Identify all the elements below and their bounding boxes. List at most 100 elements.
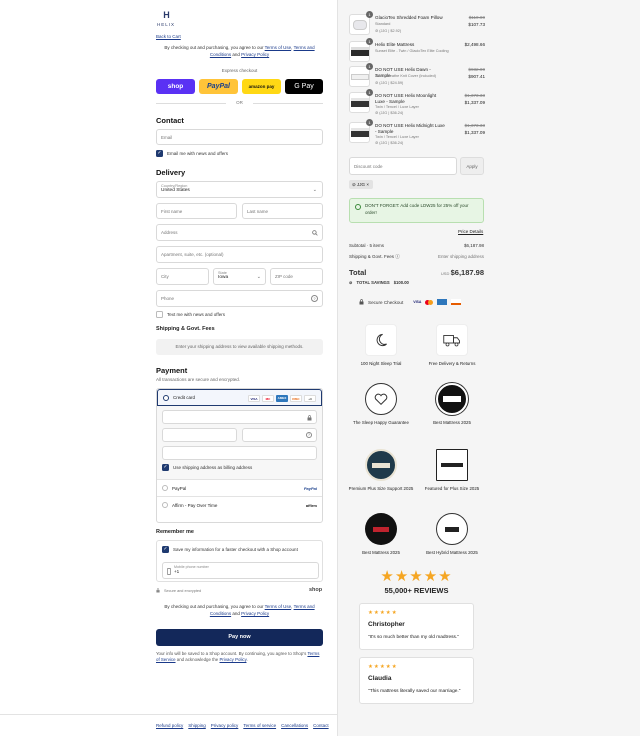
remember-checkbox[interactable]: ✓ [162, 546, 169, 553]
savings-value: $100.00 [393, 280, 409, 285]
total-value: $6,187.98 [450, 268, 484, 277]
zip-field[interactable]: ZIP code [270, 268, 323, 285]
shop-privacy-policy-link[interactable]: Privacy Policy [219, 657, 246, 662]
paypal-button[interactable]: PayPal [199, 79, 238, 94]
contact-link[interactable]: Contact [313, 723, 329, 728]
tag-icon: ⊘ [349, 280, 353, 285]
terms-of-use-link[interactable]: Terms of Use [265, 45, 292, 50]
remember-checkbox-row[interactable]: ✓ Save my information for a faster check… [162, 546, 298, 553]
discover-icon: DISC [290, 395, 302, 402]
name-on-card-field[interactable] [162, 446, 317, 460]
affirm-option[interactable]: Affirm - Pay Over Time affirm [157, 496, 322, 513]
review-text: "It's so much better than my old madtres… [368, 635, 459, 640]
city-field[interactable]: City [156, 268, 209, 285]
paypal-radio[interactable] [162, 485, 168, 491]
award-badge-icon [436, 383, 468, 415]
billing-checkbox[interactable]: ✓ [162, 464, 169, 471]
price-details-link[interactable]: Price Details [458, 229, 483, 234]
billing-checkbox-row[interactable]: ✓ Use shipping address as billing addres… [162, 464, 317, 471]
amex-icon [437, 299, 448, 305]
item-discount-text: (JJG | $36.24) [379, 141, 404, 145]
amazon-pay-button[interactable]: amazon pay [242, 79, 281, 94]
feature-label: Best Mattress 2025 [433, 420, 471, 425]
address-field[interactable]: Address [156, 224, 323, 241]
item-price: $1,373.33 $1,337.09 [465, 123, 485, 136]
feature-forbes: Best Mattress 2025 [346, 513, 416, 556]
phone-field[interactable]: Phone ? [156, 290, 323, 307]
email-news-checkbox-row[interactable]: ✓ Email me with news and offers [156, 150, 228, 157]
email-news-checkbox[interactable]: ✓ [156, 150, 163, 157]
help-icon[interactable]: ? [306, 432, 312, 438]
item-discount: ⊘ (JJG | $24.59) [375, 81, 404, 85]
checkout-terms: By checking out and purchasing, you agre… [156, 45, 323, 58]
terms-text: By checking out and purchasing, you agre… [164, 604, 265, 609]
refund-policy-link[interactable]: Refund policy [156, 723, 183, 728]
cancellations-link[interactable]: Cancellations [281, 723, 308, 728]
heart-badge-icon [365, 383, 397, 415]
shipping-fees-label: Shipping & Govt. Fees ⓘ [349, 254, 400, 260]
review-stars: ★★★★★ [368, 664, 398, 670]
help-icon[interactable]: ? [311, 295, 318, 302]
apply-discount-button[interactable]: Apply [460, 157, 484, 175]
item-discount-text: (JJG | $2.92) [379, 29, 402, 33]
email-field[interactable]: Email [156, 129, 323, 145]
help-icon[interactable]: ⓘ [395, 254, 400, 259]
shop-account-terms: Your info will be saved to a Shop accoun… [156, 651, 323, 664]
quantity-badge: 1 [366, 38, 373, 45]
mastercard-icon [425, 299, 434, 305]
item-discount: ⊘ (JJG | $36.24) [375, 141, 404, 145]
subtotal-label: Subtotal · 5 items [349, 243, 385, 248]
item-price: $932.00 $907.41 [468, 67, 485, 80]
cart-item: 1 GlacioTex Shredded Foam Pillow Standar… [349, 11, 485, 36]
security-code-field[interactable]: ? [242, 428, 317, 442]
item-current-price: $907.41 [468, 73, 485, 79]
chevron-down-icon: ⌄ [312, 187, 317, 193]
card-logos: VISA MC AMEX DISC +3 [248, 395, 316, 402]
review-card: ★★★★★ Christopher "It's so much better t… [359, 603, 474, 650]
subtotal-value: $6,187.98 [463, 243, 484, 248]
contact-heading: Contact [156, 116, 184, 125]
credit-card-option[interactable]: Credit card VISA MC AMEX DISC +3 [157, 389, 322, 406]
cart-item: 1 DO NOT USE Helix Midnight Luxe - Sampl… [349, 119, 485, 145]
affirm-radio[interactable] [162, 502, 168, 508]
phone-placeholder: Phone [161, 296, 175, 301]
terms-of-use-link[interactable]: Terms of Use [265, 604, 292, 609]
google-pay-button[interactable]: G Pay [285, 79, 323, 94]
privacy-policy-link[interactable]: Privacy Policy [241, 611, 269, 616]
item-discount-text: (JJG | $36.24) [379, 111, 404, 115]
phone-icon [167, 568, 171, 575]
text-news-checkbox-row[interactable]: Text me with news and offers [156, 311, 225, 318]
secure-label: Secure and encrypted [164, 588, 202, 593]
shipping-link[interactable]: Shipping [188, 723, 206, 728]
apartment-field[interactable]: Apartment, suite, etc. (optional) [156, 246, 323, 263]
first-name-field[interactable]: First name [156, 203, 237, 219]
secure-checkout-label: Secure Checkout [368, 299, 404, 305]
total-label: Total [349, 268, 367, 277]
discount-code-field[interactable]: Discount code [349, 157, 457, 175]
quantity-badge: 1 [366, 119, 373, 126]
expiration-field[interactable] [162, 428, 237, 442]
feature-sleep-happy: The Sleep Happy Guarantee [346, 383, 416, 426]
pay-now-button[interactable]: Pay now [156, 629, 323, 646]
country-select[interactable]: Country/Region United States ⌄ [156, 181, 323, 198]
express-checkout-label: Express checkout [221, 68, 258, 73]
shop-pay-button[interactable]: shop [156, 79, 195, 94]
feature-plus-size-support: Premium Plus Size Support 2025 [346, 449, 416, 492]
state-select[interactable]: State Iowa ⌄ [213, 268, 266, 285]
back-to-cart-link[interactable]: Back to Cart [156, 34, 181, 39]
terms-of-service-link[interactable]: Terms of service [243, 723, 276, 728]
feature-plus-size-featured: Featured for Plus Size 2025 [417, 449, 487, 492]
helix-logo[interactable]: H HELIX [156, 11, 176, 28]
card-number-field[interactable] [162, 410, 317, 424]
privacy-policy-link[interactable]: Privacy Policy [241, 52, 269, 57]
text-news-checkbox[interactable] [156, 311, 163, 318]
paypal-option[interactable]: PayPal PayPal [157, 479, 322, 496]
privacy-policy-footer-link[interactable]: Privacy policy [211, 723, 239, 728]
applied-discount-tag[interactable]: ⊘ JJG × [349, 180, 373, 189]
credit-card-radio[interactable] [163, 394, 169, 401]
item-old-price: $932.00 [468, 67, 485, 72]
remove-discount-icon[interactable]: × [366, 182, 369, 187]
item-current-price: $1,337.09 [464, 129, 485, 135]
mobile-phone-field[interactable]: Mobile phone number +1 [162, 562, 319, 579]
last-name-field[interactable]: Last name [242, 203, 323, 219]
